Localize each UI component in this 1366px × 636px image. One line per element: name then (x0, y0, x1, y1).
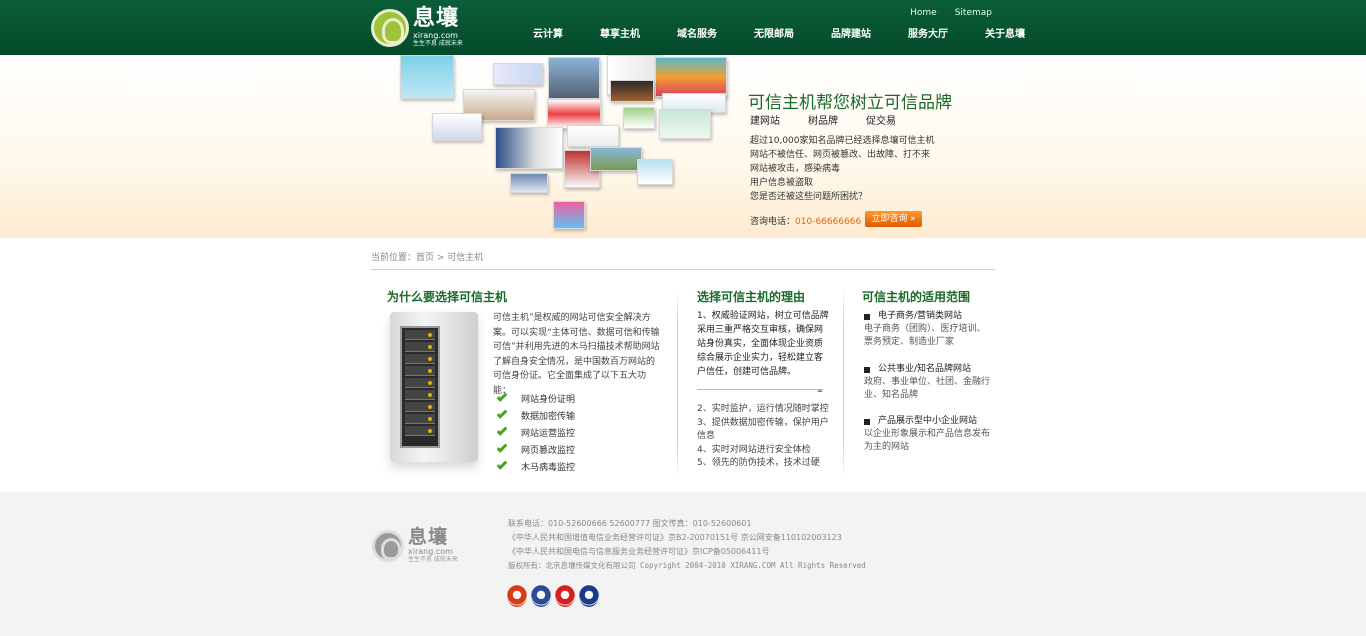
nav-item-premium-host[interactable]: 尊享主机 (600, 25, 640, 40)
home-link[interactable]: Home (910, 8, 937, 18)
sitemap-link[interactable]: Sitemap (955, 8, 992, 18)
license-line: 《中华人民共和国增值电信业务经营许可证》京B2-20070151号 京公网安备1… (508, 533, 842, 542)
banner-line: 网站被攻击，感染病毒 (750, 164, 841, 174)
police-badge-icon[interactable] (507, 585, 527, 607)
breadcrumb: 当前位置：首页 > 可信主机 (371, 250, 995, 270)
consult-now-button[interactable]: 立即咨询 » (865, 211, 922, 227)
banner-line: 用户信息被盗取 (750, 178, 814, 188)
list-item: 电子商务/营销类网站 电子商务（团购）、医疗培训、票务预定、制造业厂家 (864, 311, 986, 347)
nav-item-service-hall[interactable]: 服务大厅 (908, 25, 948, 40)
consult-label: 咨询电话： (750, 217, 796, 227)
footer: 息壤 xirang.com 生生不息 成就未来 联系电话：010-5260066… (0, 492, 1366, 636)
logo-url: xirang.com (413, 31, 458, 40)
consult-phone-number: 010-66666666 (795, 217, 862, 227)
server-rack-icon (400, 326, 440, 448)
banner-tag: 建网站 (750, 116, 780, 127)
reason-separator (697, 389, 823, 392)
site-logo[interactable]: 息壤 xirang.com 生生不息 成就未来 (371, 7, 463, 48)
why-choose-title: 为什么要选择可信主机 (387, 290, 508, 304)
list-item: 木马病毒监控 (496, 458, 575, 475)
check-icon (496, 391, 508, 402)
list-item: 3、提供数据加密传输，保护用户信息 (697, 417, 829, 442)
footer-logo[interactable]: 息壤 xirang.com 生生不息 成就未来 (372, 527, 458, 564)
banner-line: 超过10,000家知名品牌已经选择息壤可信主机 (750, 136, 935, 146)
license-line: 《中华人民共和国电信与信息服务业务经营许可证》京ICP备05006411号 (508, 547, 770, 556)
banner-tag: 树品牌 (808, 116, 838, 127)
banner-line: 网站不被信任、网页被篡改、出故障、打不来 (750, 150, 931, 160)
check-icon (496, 459, 508, 470)
certification-badges (507, 585, 599, 607)
feature-list: 网站身份证明 数据加密传输 网站运营监控 网页篡改监控 木马病毒监控 (496, 390, 575, 475)
top-header: 息壤 xirang.com 生生不息 成就未来 Home Sitemap 云计算… (0, 0, 1366, 55)
banner-tags: 建网站 树品牌 促交易 (750, 112, 896, 127)
list-item: 公共事业/知名品牌网站 政府、事业单位、社团、金融行业、知名品牌 (864, 364, 991, 400)
hero-banner: 可信主机帮您树立可信品牌 建网站 树品牌 促交易 超过10,000家知名品牌已经… (0, 55, 1366, 238)
bullet-icon (864, 366, 870, 373)
website-collage-image (400, 55, 730, 238)
list-item: 5、领先的防伪技术，技术过硬 (697, 458, 820, 468)
consult-phone: 咨询电话：010-66666666 (750, 214, 861, 227)
main-nav: 云计算 尊享主机 域名服务 无限邮局 品牌建站 服务大厅 关于息壤 (533, 25, 1062, 40)
logo-icon (371, 8, 409, 47)
network-police-badge-icon[interactable] (579, 585, 599, 607)
nav-item-mail[interactable]: 无限邮局 (754, 25, 794, 40)
list-item: 网站运营监控 (496, 424, 575, 441)
column-divider (677, 287, 678, 479)
column-divider (843, 287, 844, 479)
bullet-icon (864, 418, 870, 425)
check-icon (496, 425, 508, 436)
reasons-title: 选择可信主机的理由 (697, 290, 806, 304)
alert-badge-icon[interactable] (555, 585, 575, 607)
logo-slogan: 生生不息 成就未来 (413, 40, 463, 47)
why-choose-text: 可信主机”是权威的网站可信安全解决方案。可以实现“主体可信、数据可信和传输可信”… (493, 313, 660, 396)
check-icon (496, 408, 508, 419)
bullet-icon (864, 313, 870, 320)
footer-info: 联系电话：010-52600666 52600777 图文传真：010-5260… (508, 517, 866, 573)
list-item: 产品展示型中小企业网站 以企业形象展示和产品信息发布为主的网站 (864, 416, 991, 452)
server-image (390, 312, 478, 462)
banner-tag: 促交易 (866, 116, 896, 127)
list-item: 数据加密传输 (496, 407, 575, 424)
security-badge-icon[interactable] (531, 585, 551, 607)
reason-main: 1、权威验证网站，树立可信品牌采用三重严格交互审核，确保网站身份真实，全面体现企… (697, 311, 829, 377)
logo-icon (372, 529, 404, 562)
list-item: 网站身份证明 (496, 390, 575, 407)
list-item: 网页篡改监控 (496, 441, 575, 458)
banner-description: 超过10,000家知名品牌已经选择息壤可信主机 网站不被信任、网页被篡改、出故障… (750, 134, 935, 204)
copyright: 版权所有：北京息壤传媒文化有限公司 Copyright 2004-2010 XI… (508, 561, 866, 570)
reason-list: 2、实时监护，运行情况随时掌控 3、提供数据加密传输，保护用户信息 4、实时对网… (697, 403, 832, 471)
logo-name: 息壤 (413, 6, 460, 31)
top-links: Home Sitemap (910, 8, 992, 18)
list-item: 4、实时对网站进行安全体检 (697, 444, 811, 455)
banner-title: 可信主机帮您树立可信品牌 (748, 93, 952, 113)
nav-item-domain[interactable]: 域名服务 (677, 25, 717, 40)
nav-item-about[interactable]: 关于息壤 (985, 25, 1025, 40)
nav-item-cloud[interactable]: 云计算 (533, 25, 563, 40)
list-item: 2、实时监护，运行情况随时掌控 (697, 404, 829, 414)
banner-line: 您是否还被这些问题所困扰？ (750, 192, 868, 202)
check-icon (496, 442, 508, 453)
contact-phone: 联系电话：010-52600666 52600777 图文传真：010-5260… (508, 519, 752, 528)
scope-title: 可信主机的适用范围 (862, 290, 971, 304)
nav-item-site-build[interactable]: 品牌建站 (831, 25, 871, 40)
